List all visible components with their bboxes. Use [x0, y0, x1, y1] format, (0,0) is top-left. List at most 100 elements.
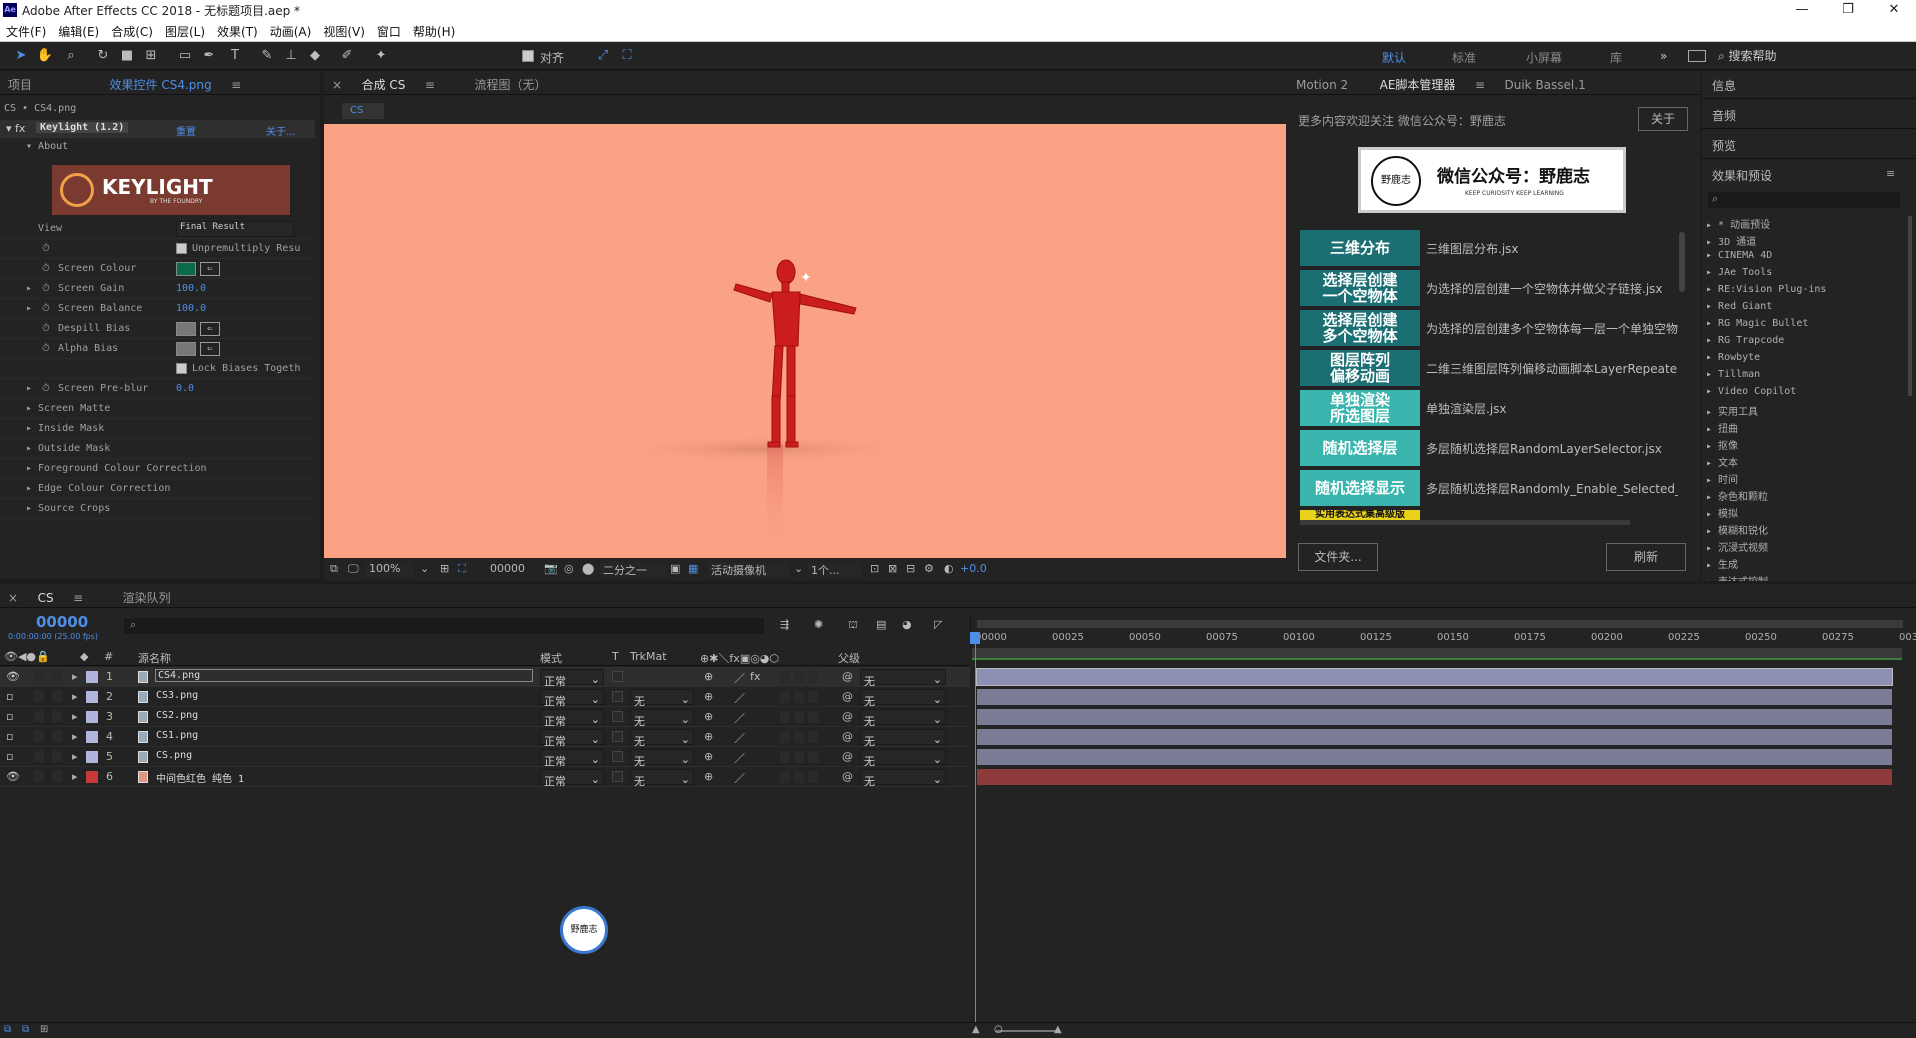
effects-search-input[interactable]: ⌕	[1708, 192, 1900, 208]
audio-panel[interactable]: 音频	[1712, 107, 1736, 124]
layer-mode-dropdown[interactable]: 正常 ⌄	[540, 749, 604, 768]
parent-dropdown[interactable]: 无 ⌄	[860, 669, 946, 688]
script-button-8[interactable]: 实用表达式集高级版	[1300, 510, 1420, 520]
script-button-1[interactable]: 三维分布	[1300, 230, 1420, 266]
solo-switch[interactable]	[34, 750, 44, 762]
effect-category-item[interactable]: ▸ 抠像	[1706, 437, 1738, 452]
close-icon[interactable]: ✕	[1872, 0, 1916, 20]
camera-tool-icon[interactable]: ■	[118, 47, 136, 65]
effect-category-item[interactable]: ▸ * 动画预设	[1706, 216, 1770, 231]
quality-switch-icon[interactable]: ／	[734, 670, 745, 686]
eyedropper-icon[interactable]: ⇐	[200, 342, 220, 356]
effect-category-item[interactable]: ▸ 沉浸式视频	[1706, 539, 1768, 554]
switch-box[interactable]	[780, 731, 790, 743]
current-time[interactable]: 00000	[490, 562, 525, 575]
color-channels-icon[interactable]: ⬤	[582, 562, 594, 575]
comp-mini-flowchart-icon[interactable]: ⇶	[780, 618, 789, 631]
hand-tool-icon[interactable]: ✋	[36, 47, 54, 65]
panel-menu-icon[interactable]: ≡	[1467, 73, 1493, 97]
tab-composition[interactable]: 合成 CS	[354, 71, 414, 98]
zoom-in-icon[interactable]: ▲	[1054, 1024, 1062, 1035]
effect-category-item[interactable]: ▸ Red Giant	[1706, 301, 1772, 312]
switch-box[interactable]	[780, 671, 790, 683]
av-switch[interactable]: ▫	[6, 750, 13, 763]
tab-project[interactable]: 项目	[0, 71, 40, 98]
switch-box[interactable]	[780, 771, 790, 783]
toggle-pixel-aspect-icon[interactable]: ⊡	[870, 562, 879, 575]
tab-flowchart[interactable]: 流程图（无）	[466, 71, 554, 98]
parent-dropdown[interactable]: 无 ⌄	[860, 729, 946, 748]
layer-row[interactable]: ▫ ▸ 5 CS.png 正常 ⌄ 无 ⌄ ⊕ ／ @ 无 ⌄	[0, 747, 970, 768]
timeline-timecode[interactable]: 00000	[36, 613, 88, 631]
layer-mode-dropdown[interactable]: 正常 ⌄	[540, 769, 604, 788]
solo-switch[interactable]	[34, 670, 44, 682]
group-outside-mask[interactable]: ▸ Outside Mask	[0, 439, 315, 459]
work-area-bar[interactable]	[977, 620, 1903, 628]
transparency-grid-icon[interactable]: ▦	[688, 562, 698, 575]
menu-window[interactable]: 窗口	[371, 20, 407, 43]
switch-box[interactable]	[794, 771, 804, 783]
eye-icon[interactable]: 👁	[6, 670, 20, 683]
shy-switch-icon[interactable]: ⊕	[704, 710, 713, 723]
trkmat-dropdown[interactable]: 无 ⌄	[630, 769, 694, 788]
layer-row[interactable]: ▫ ▸ 4 CS1.png 正常 ⌄ 无 ⌄ ⊕ ／ @ 无 ⌄	[0, 727, 970, 748]
expand-layer-icon[interactable]: ▸	[72, 730, 78, 743]
layer-row[interactable]: ▫ ▸ 3 CS2.png 正常 ⌄ 无 ⌄ ⊕ ／ @ 无 ⌄	[0, 707, 970, 728]
effect-category-item[interactable]: ▸ 模糊和锐化	[1706, 522, 1768, 537]
snap-grid-icon[interactable]: ⛶	[618, 47, 636, 65]
layer-mode-dropdown[interactable]: 正常 ⌄	[540, 729, 604, 748]
effect-category-item[interactable]: ▸ Rowbyte	[1706, 352, 1760, 363]
despill-bias-swatch[interactable]	[176, 322, 196, 336]
flowchart-icon[interactable]: ⚙	[924, 562, 934, 575]
switch-box[interactable]	[808, 771, 818, 783]
tab-effect-controls[interactable]: 效果控件 CS4.png	[102, 71, 220, 98]
solo-switch[interactable]	[34, 730, 44, 742]
panel-menu-icon[interactable]: ≡	[65, 586, 91, 610]
trkmat-dropdown[interactable]: 无 ⌄	[630, 749, 694, 768]
alpha-bias-swatch[interactable]	[176, 342, 196, 356]
effect-category-item[interactable]: ▸ RG Trapcode	[1706, 335, 1784, 346]
snap-checkbox[interactable]	[522, 50, 534, 62]
parent-dropdown[interactable]: 无 ⌄	[860, 709, 946, 728]
menu-help[interactable]: 帮助(H)	[407, 20, 461, 43]
lock-switch[interactable]	[52, 690, 62, 702]
solo-switch[interactable]	[34, 690, 44, 702]
always-preview-icon[interactable]: ⧉	[330, 562, 338, 576]
fx-icon[interactable]: ▾ fx	[6, 122, 25, 135]
switch-box[interactable]	[780, 711, 790, 723]
layer-label-color[interactable]	[86, 771, 98, 783]
av-switch[interactable]: ▫	[6, 730, 13, 743]
effect-category-item[interactable]: ▸ CINEMA 4D	[1706, 250, 1772, 261]
effects-scrollbar[interactable]	[1908, 216, 1912, 396]
workspace-standard[interactable]: 标准	[1452, 49, 1476, 66]
layer-duration-bar[interactable]	[977, 729, 1892, 745]
zoom-out-icon[interactable]: ▲	[972, 1024, 980, 1035]
views-dropdown[interactable]: 1个...	[808, 562, 862, 577]
workspace-library[interactable]: 库	[1610, 49, 1622, 66]
effect-category-item[interactable]: ▸ RE:Vision Plug-ins	[1706, 284, 1826, 295]
parent-dropdown[interactable]: 无 ⌄	[860, 769, 946, 788]
selection-tool-icon[interactable]: ➤	[12, 47, 30, 65]
monitor-icon[interactable]: 🖵	[348, 562, 359, 576]
quality-switch-icon[interactable]: ／	[734, 730, 745, 746]
refresh-button[interactable]: 刷新	[1606, 543, 1686, 571]
script-button-4[interactable]: 图层阵列 偏移动画	[1300, 350, 1420, 386]
playhead-line[interactable]	[975, 644, 976, 1022]
layer-row[interactable]: ▫ ▸ 2 CS3.png 正常 ⌄ 无 ⌄ ⊕ ／ @ 无 ⌄	[0, 687, 970, 708]
script-desc-3[interactable]: 为选择的层创建多个空物体每一层一个单独空物体	[1426, 320, 1678, 337]
camera-dropdown[interactable]: 活动摄像机	[708, 562, 790, 577]
tab-duik[interactable]: Duik Bassel.1	[1497, 73, 1594, 97]
layer-duration-bar[interactable]	[976, 668, 1893, 686]
restore-icon[interactable]: ❐	[1826, 0, 1870, 20]
effect-category-item[interactable]: ▸ 3D 通道	[1706, 233, 1756, 248]
timeline-zoom-slider[interactable]	[996, 1030, 1056, 1032]
quality-switch-icon[interactable]: ／	[734, 770, 745, 786]
eye-icon[interactable]: 👁	[6, 770, 20, 783]
script-desc-2[interactable]: 为选择的层创建一个空物体并做父子链接.jsx	[1426, 280, 1678, 297]
tab-comp-cs[interactable]: CS	[30, 586, 62, 610]
pick-whip-icon[interactable]: @	[842, 750, 853, 763]
effect-category-item[interactable]: ▸ 模拟	[1706, 505, 1738, 520]
snapshot-icon[interactable]: 📷	[544, 562, 558, 575]
layer-name[interactable]: CS4.png	[155, 669, 533, 682]
switch-box[interactable]	[808, 751, 818, 763]
